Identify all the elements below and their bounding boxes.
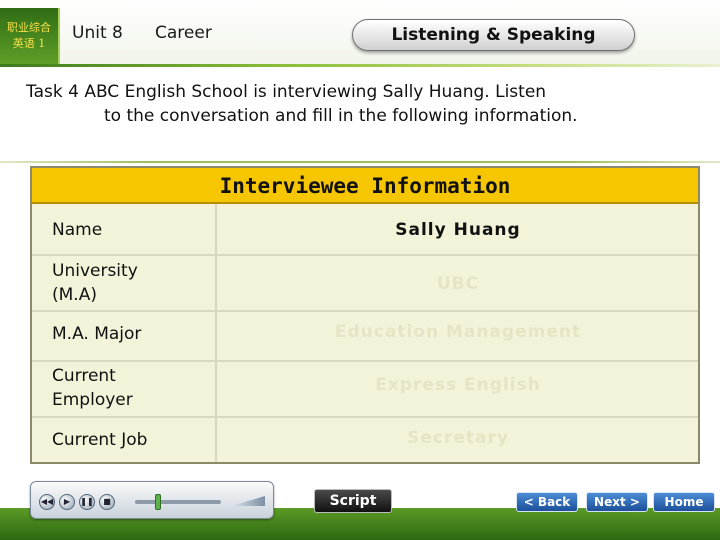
play-icon: ▶: [63, 497, 71, 506]
pause-icon: ❚❚: [80, 497, 94, 506]
logo-line-2: 英语 1: [12, 37, 46, 50]
value-name: Sally Huang: [395, 220, 521, 240]
label-current-job: Current Job: [52, 430, 148, 450]
home-button[interactable]: Home: [653, 492, 715, 512]
pause-button[interactable]: ❚❚: [79, 494, 95, 510]
label-employer-line-2: Employer: [52, 390, 133, 410]
topic-label: Career: [155, 23, 212, 43]
row-divider: [32, 310, 698, 312]
course-logo: 职业综合 英语 1: [0, 8, 60, 64]
content-divider: [0, 161, 720, 163]
volume-icon[interactable]: [231, 496, 265, 506]
value-current-job: Secretary: [407, 428, 509, 448]
back-button[interactable]: < Back: [516, 492, 578, 512]
progress-handle[interactable]: [155, 494, 161, 510]
progress-track[interactable]: [135, 500, 221, 504]
rewind-icon: ◀◀: [40, 497, 54, 506]
script-button[interactable]: Script: [314, 489, 392, 513]
table-title: Interviewee Information: [32, 168, 698, 204]
value-ma-major: Education Management: [334, 322, 582, 342]
next-button[interactable]: Next >: [586, 492, 648, 512]
play-button[interactable]: ▶: [59, 494, 75, 510]
unit-label: Unit 8: [72, 23, 123, 43]
header-divider: [0, 64, 720, 67]
value-employer: Express English: [375, 375, 541, 395]
section-title: Listening & Speaking: [352, 19, 635, 51]
audio-player: ◀◀ ▶ ❚❚ ■: [30, 481, 274, 519]
value-university: UBC: [436, 274, 480, 294]
label-university-line-2: (M.A): [52, 285, 97, 305]
column-divider: [215, 204, 217, 462]
row-divider: [32, 416, 698, 418]
task-instruction-line-1: Task 4 ABC English School is interviewin…: [26, 82, 547, 102]
label-university-line-1: University: [52, 261, 138, 281]
row-divider: [32, 360, 698, 362]
row-divider: [32, 254, 698, 256]
interviewee-info-table: Interviewee Information Name Sally Huang…: [30, 166, 700, 464]
label-ma-major: M.A. Major: [52, 324, 142, 344]
stop-button[interactable]: ■: [99, 494, 115, 510]
task-instruction-line-2: to the conversation and fill in the foll…: [104, 106, 578, 126]
label-employer-line-1: Current: [52, 366, 116, 386]
label-name: Name: [52, 220, 103, 240]
rewind-button[interactable]: ◀◀: [39, 494, 55, 510]
logo-line-1: 职业综合: [7, 21, 51, 34]
stop-icon: ■: [103, 497, 111, 506]
